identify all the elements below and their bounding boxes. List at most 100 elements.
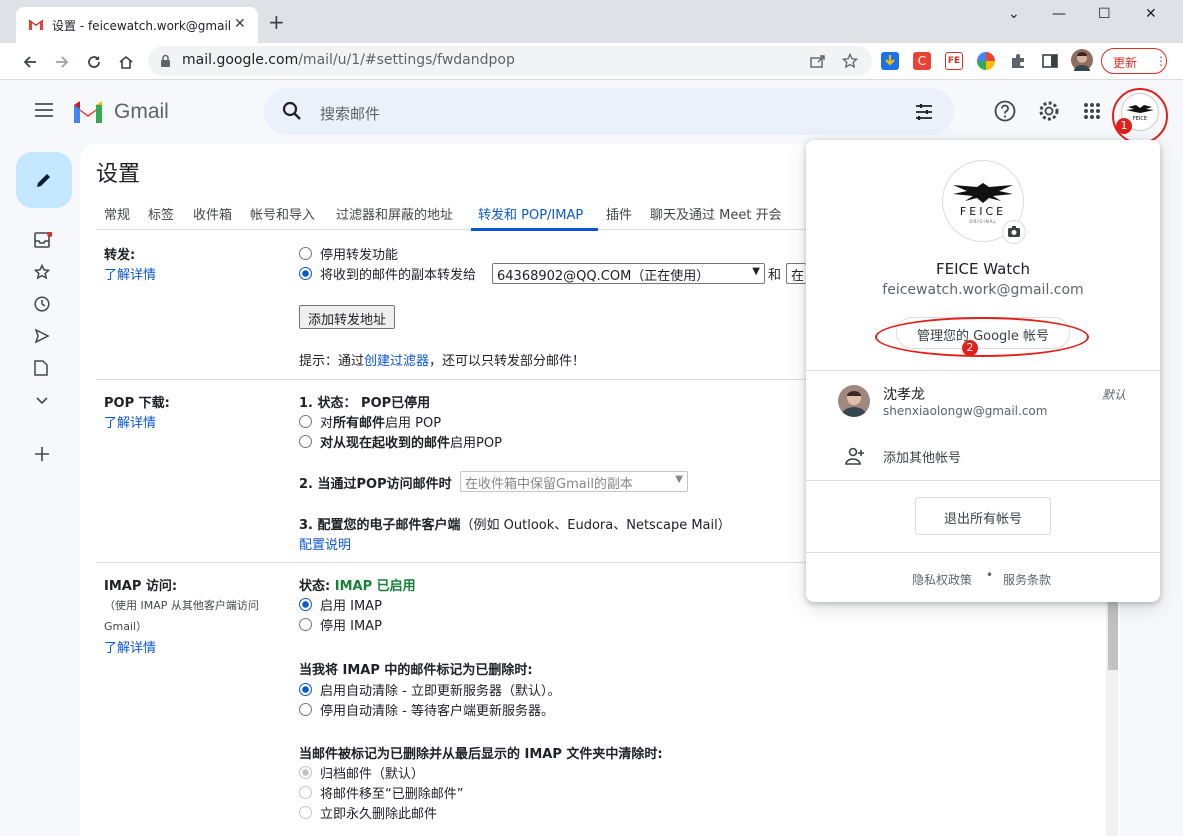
auto-expunge-off-radio[interactable] — [299, 703, 312, 716]
maximize-icon[interactable]: ☐ — [1098, 6, 1111, 22]
window-close-icon[interactable]: ✕ — [1145, 6, 1157, 22]
sent-icon[interactable] — [34, 328, 50, 344]
other-account-name[interactable]: 沈孝龙 — [883, 384, 925, 404]
forward-action-select[interactable]: 在 — [786, 263, 806, 284]
divider — [806, 370, 1160, 371]
gmail-logo-icon[interactable] — [72, 99, 104, 125]
auto-expunge-on-radio[interactable] — [299, 683, 312, 696]
disable-forwarding-radio[interactable] — [299, 247, 312, 260]
address-bar[interactable]: mail.google.com/mail/u/1/#settings/fwdan… — [148, 46, 872, 76]
sign-out-all-button[interactable]: 退出所有帐号 — [915, 497, 1051, 535]
and-label: 和 — [768, 268, 782, 283]
minimize-icon[interactable]: — — [1052, 6, 1066, 22]
forward-icon[interactable] — [50, 50, 74, 74]
pop-config-label: 3. 配置您的电子邮件客户端（例如 Outlook、Eudora、Netscap… — [299, 518, 731, 533]
default-account-label: 默认 — [1102, 388, 1127, 402]
other-account-avatar[interactable] — [838, 385, 870, 417]
c-extension-icon[interactable]: C — [913, 52, 931, 70]
gmail-favicon-icon — [28, 18, 44, 30]
add-label-plus-icon[interactable] — [34, 446, 50, 462]
pop-access-select[interactable]: 在收件箱中保留Gmail的副本 ▼ — [460, 471, 688, 492]
url-text: mail.google.com/mail/u/1/#settings/fwdan… — [182, 52, 515, 68]
change-photo-camera-icon[interactable] — [1002, 220, 1026, 244]
browser-tab-strip: 设置 - feicewatch.work@gmail.com ✕ + ⌄ — ☐… — [0, 0, 1183, 43]
main-menu-icon[interactable] — [34, 102, 54, 118]
divider — [96, 562, 806, 563]
terms-of-service-link[interactable]: 服务条款 — [1003, 571, 1051, 588]
apps-grid-icon[interactable] — [1083, 102, 1101, 120]
color-extension-icon[interactable] — [977, 52, 995, 70]
tab-labels[interactable]: 标签 — [148, 204, 174, 223]
add-account-icon[interactable] — [845, 447, 865, 465]
compose-button[interactable] — [16, 152, 72, 208]
search-options-icon[interactable] — [914, 102, 934, 122]
archive-message-radio[interactable] — [299, 766, 312, 779]
tab-title: 设置 - feicewatch.work@gmail.com — [52, 19, 230, 33]
extensions-puzzle-icon[interactable] — [1009, 52, 1027, 70]
tab-forwarding-pop-imap[interactable]: 转发和 POP/IMAP — [478, 204, 583, 223]
tab-search-chevron-icon[interactable]: ⌄ — [1008, 6, 1020, 22]
tab-close-icon[interactable]: ✕ — [234, 16, 246, 32]
share-icon[interactable] — [810, 54, 826, 68]
tab-inbox[interactable]: 收件箱 — [193, 204, 232, 223]
more-chevron-icon[interactable] — [34, 392, 50, 408]
drafts-icon[interactable] — [34, 360, 48, 376]
fe-extension-icon[interactable]: FE — [945, 52, 963, 70]
bookmark-star-icon[interactable] — [842, 53, 858, 69]
tab-addons[interactable]: 插件 — [606, 204, 632, 223]
account-name: FEICE Watch — [936, 260, 1030, 278]
move-to-trash-radio[interactable] — [299, 786, 312, 799]
browser-profile-avatar[interactable] — [1071, 49, 1093, 71]
footer-separator: • — [986, 568, 994, 582]
add-account-link[interactable]: 添加其他帐号 — [883, 447, 961, 466]
auto-expunge-on-label: 启用自动清除 - 立即更新服务器（默认）。 — [320, 684, 561, 699]
disable-imap-radio[interactable] — [299, 618, 312, 631]
delete-forever-radio[interactable] — [299, 806, 312, 819]
tab-general[interactable]: 常规 — [104, 204, 130, 223]
pop-from-now-label: 对从现在起收到的邮件启用POP — [320, 436, 502, 451]
starred-icon[interactable] — [34, 264, 50, 280]
imap-learn-more-link[interactable]: 了解详情 — [104, 637, 156, 656]
back-icon[interactable] — [18, 50, 42, 74]
pop-from-now-radio[interactable] — [299, 435, 312, 448]
download-extension-icon[interactable] — [881, 52, 899, 70]
tab-chat-meet[interactable]: 聊天及通过 Meet 开会 — [650, 204, 782, 223]
add-forwarding-address-button[interactable]: 添加转发地址 — [299, 305, 396, 329]
mail-search-bar[interactable]: 搜索邮件 — [264, 88, 954, 135]
forwarding-learn-more-link[interactable]: 了解详情 — [104, 264, 156, 283]
side-panel-icon[interactable] — [1041, 52, 1059, 70]
inbox-icon[interactable] — [34, 232, 52, 248]
logo-text: FEICE — [960, 205, 1006, 218]
lock-icon[interactable] — [160, 54, 171, 68]
settings-gear-icon[interactable] — [1038, 100, 1060, 122]
search-icon[interactable] — [282, 101, 302, 121]
disable-forwarding-label: 停用转发功能 — [320, 248, 399, 263]
reload-icon[interactable] — [82, 50, 106, 74]
snoozed-clock-icon[interactable] — [34, 296, 50, 312]
tab-accounts[interactable]: 帐号和导入 — [250, 204, 315, 223]
annotation-ring-manage — [875, 317, 1089, 357]
pop-learn-more-link[interactable]: 了解详情 — [104, 412, 156, 431]
home-icon[interactable] — [114, 50, 138, 74]
help-icon[interactable] — [994, 100, 1016, 122]
imap-deleted-heading: 当我将 IMAP 中的邮件标记为已删除时: — [299, 663, 533, 678]
disable-imap-label: 停用 IMAP — [320, 619, 382, 634]
new-tab-icon[interactable]: + — [268, 12, 285, 32]
forward-copy-radio[interactable] — [299, 267, 312, 280]
privacy-policy-link[interactable]: 隐私权政策 — [912, 571, 972, 588]
other-account-email: shenxiaolongw@gmail.com — [883, 404, 1048, 418]
config-instructions-link[interactable]: 配置说明 — [299, 534, 351, 553]
enable-imap-radio[interactable] — [299, 598, 312, 611]
account-popup: FEICE ORIGINAL FEICE Watch feicewatch.wo… — [806, 140, 1160, 602]
account-email: feicewatch.work@gmail.com — [882, 282, 1084, 298]
forwarding-heading: 转发: — [104, 248, 136, 263]
pop-access-label: 2. 当通过POP访问邮件时 — [299, 477, 452, 492]
browser-tab[interactable]: 设置 - feicewatch.work@gmail.com ✕ — [16, 7, 258, 43]
update-button[interactable]: 更新 ⋮ — [1101, 48, 1167, 74]
pop-all-mail-radio[interactable] — [299, 415, 312, 428]
annotation-marker-1: 1 — [1116, 118, 1132, 134]
tab-filters[interactable]: 过滤器和屏蔽的地址 — [336, 204, 453, 223]
forward-address-select[interactable]: 64368902@QQ.COM（正在使用） ▼ — [492, 263, 765, 284]
create-filter-link[interactable]: 创建过滤器 — [364, 354, 429, 369]
enable-imap-label: 启用 IMAP — [320, 599, 382, 614]
